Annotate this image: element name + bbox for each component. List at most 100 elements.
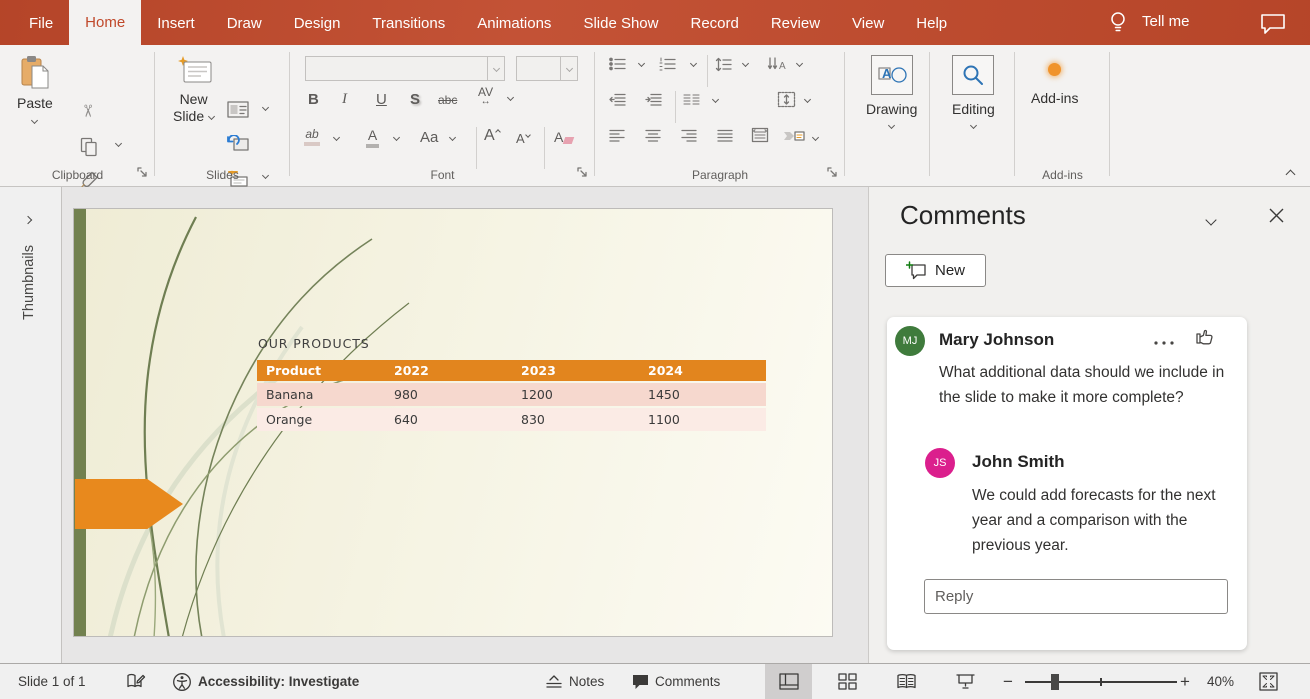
comment-author: Mary Johnson (939, 330, 1054, 350)
slide-title[interactable]: OUR PRODUCTS (258, 336, 370, 351)
underline-button[interactable]: U (376, 91, 387, 108)
align-text-dropdown[interactable] (805, 97, 810, 102)
editing-button[interactable]: Editing (952, 55, 995, 128)
text-direction-dropdown[interactable] (797, 61, 802, 66)
decrease-indent-button[interactable] (609, 93, 626, 106)
distribute-text-button[interactable] (751, 127, 769, 143)
bullets-dropdown[interactable] (639, 61, 644, 66)
zoom-out-button[interactable]: − (1003, 664, 1013, 699)
font-name-combobox[interactable] (305, 56, 505, 81)
line-spacing-dropdown[interactable] (743, 61, 748, 66)
tell-me-button[interactable]: Tell me (1142, 13, 1190, 30)
collapse-ribbon-chevron-icon[interactable] (1286, 170, 1296, 180)
tab-design[interactable]: Design (278, 1, 357, 45)
reset-slide-button[interactable] (227, 135, 249, 154)
clear-formatting-button[interactable]: A (554, 129, 573, 145)
zoom-in-button[interactable]: + (1180, 664, 1190, 699)
increase-font-size-button[interactable]: A (484, 127, 500, 145)
change-case-button[interactable]: Aa (420, 129, 438, 146)
increase-indent-button[interactable] (645, 93, 662, 106)
numbering-button[interactable] (659, 57, 676, 71)
text-direction-button[interactable]: A (767, 57, 787, 72)
character-spacing-button[interactable]: AV ↔ (478, 87, 493, 107)
decrease-font-size-button[interactable]: A (516, 131, 530, 146)
tab-draw[interactable]: Draw (211, 1, 278, 45)
normal-view-button[interactable] (765, 664, 812, 699)
strikethrough-button[interactable]: abc (438, 93, 457, 107)
align-right-button[interactable] (681, 129, 697, 142)
slide-layout-button[interactable] (227, 101, 249, 118)
comments-close-button[interactable] (1269, 208, 1285, 224)
tab-insert[interactable]: Insert (141, 1, 211, 45)
font-size-combobox[interactable] (516, 56, 578, 81)
italic-button[interactable]: I (342, 91, 347, 108)
bold-button[interactable]: B (308, 91, 319, 108)
table-row: Orange 640 830 1100 (257, 408, 766, 431)
slide[interactable]: OUR PRODUCTS Product 2022 2023 2024 Bana… (73, 208, 833, 637)
font-color-dropdown[interactable] (394, 135, 399, 140)
accessibility-checker-button[interactable]: Accessibility: Investigate (172, 664, 359, 699)
zoom-slider[interactable] (1025, 681, 1177, 683)
tab-help[interactable]: Help (900, 1, 963, 45)
reply-input[interactable] (924, 579, 1228, 614)
character-spacing-dropdown[interactable] (508, 95, 513, 100)
slideshow-icon (956, 673, 975, 690)
comment-thread-card[interactable]: MJ Mary Johnson What additional data sho… (887, 317, 1247, 650)
smartart-dropdown[interactable] (813, 135, 818, 140)
smartart-button[interactable] (783, 127, 805, 144)
bullets-button[interactable] (609, 57, 626, 71)
line-spacing-button[interactable] (715, 57, 732, 72)
align-left-button[interactable] (609, 129, 625, 142)
font-dialog-launcher[interactable] (575, 165, 589, 179)
tab-transitions[interactable]: Transitions (356, 1, 461, 45)
comments-status-button[interactable]: Comments (632, 664, 720, 699)
copy-dropdown[interactable] (116, 141, 121, 146)
fit-to-window-button[interactable] (1259, 664, 1278, 699)
tab-animations[interactable]: Animations (461, 1, 567, 45)
tab-file[interactable]: File (13, 1, 69, 45)
zoom-level[interactable]: 40% (1207, 664, 1234, 699)
tab-record[interactable]: Record (674, 1, 754, 45)
new-comment-button[interactable]: New (885, 254, 986, 287)
new-slide-button[interactable]: New Slide (173, 55, 214, 125)
reading-view-button[interactable] (883, 664, 930, 699)
align-text-button[interactable] (777, 91, 796, 108)
font-name-dropdown[interactable] (487, 57, 504, 80)
font-color-button[interactable]: A (366, 127, 379, 148)
tab-view[interactable]: View (836, 1, 900, 45)
tab-review[interactable]: Review (755, 1, 836, 45)
paste-button[interactable]: Paste (17, 55, 53, 123)
like-button[interactable] (1195, 325, 1214, 350)
font-size-dropdown[interactable] (560, 57, 577, 80)
paragraph-dialog-launcher[interactable] (825, 165, 839, 179)
clipboard-dialog-launcher[interactable] (135, 165, 149, 179)
spell-check-button[interactable] (126, 664, 146, 699)
justify-button[interactable] (717, 129, 733, 142)
slide-sorter-view-button[interactable] (824, 664, 871, 699)
numbering-chevron-icon (690, 60, 697, 67)
slideshow-view-button[interactable] (942, 664, 989, 699)
slide-table[interactable]: Product 2022 2023 2024 Banana 980 1200 1… (257, 360, 766, 431)
drawing-button[interactable]: A Drawing (866, 55, 917, 128)
highlight-dropdown[interactable] (334, 135, 339, 140)
columns-button[interactable] (683, 93, 700, 106)
layout-dropdown[interactable] (263, 105, 268, 110)
change-case-dropdown[interactable] (450, 135, 455, 140)
align-center-button[interactable] (645, 129, 661, 142)
numbering-dropdown[interactable] (691, 61, 696, 66)
more-options-button[interactable] (1153, 333, 1175, 351)
columns-dropdown[interactable] (713, 97, 718, 102)
highlight-button[interactable]: ab (304, 127, 320, 146)
tab-home[interactable]: Home (69, 0, 141, 45)
notes-button[interactable]: Notes (545, 664, 604, 699)
thumbnails-label[interactable]: Thumbnails (21, 245, 37, 320)
text-shadow-button[interactable]: S (410, 91, 420, 108)
comments-collapse-button[interactable] (1207, 211, 1225, 225)
expand-thumbnails-chevron-icon[interactable] (24, 216, 32, 224)
comments-toggle-icon[interactable] (1260, 13, 1286, 39)
tab-slide-show[interactable]: Slide Show (567, 1, 674, 45)
cut-button[interactable]: ✂ (80, 101, 94, 121)
zoom-slider-thumb[interactable] (1051, 674, 1059, 690)
addins-button[interactable]: Add-ins (1031, 63, 1078, 107)
copy-button[interactable] (80, 137, 98, 157)
